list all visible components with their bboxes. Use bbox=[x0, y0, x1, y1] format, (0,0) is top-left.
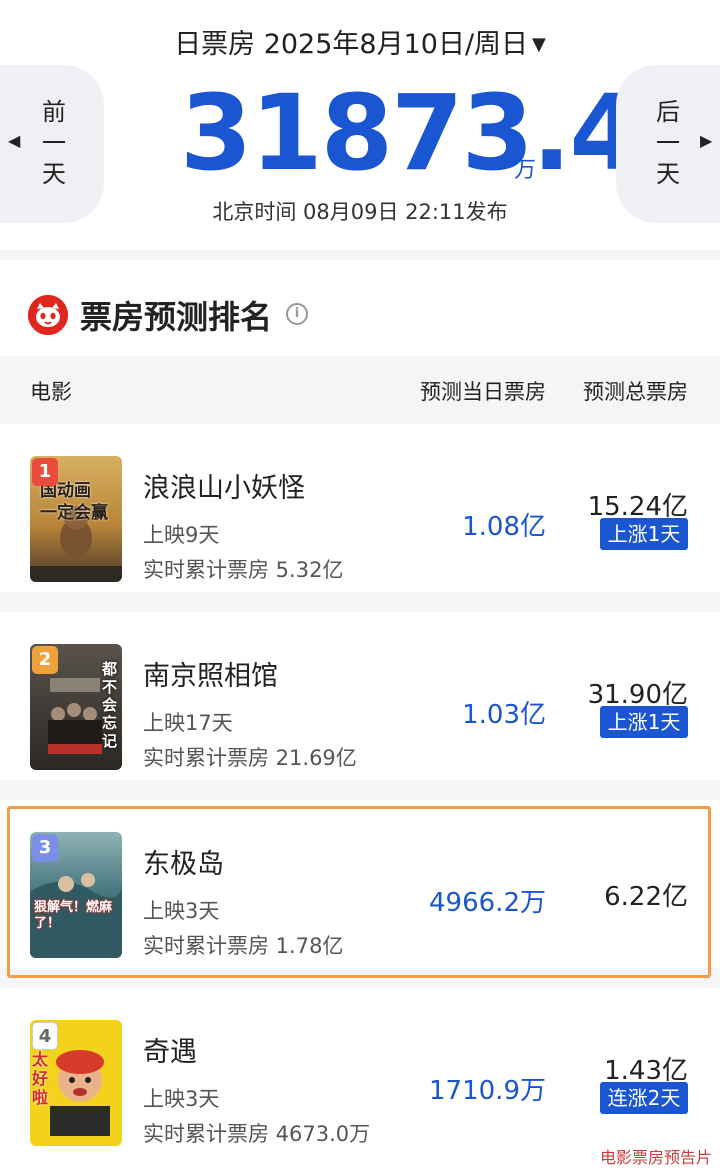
cumulative-box-office: 实时累计票房 4673.0万 bbox=[143, 1122, 371, 1146]
total-forecast: 6.22亿 bbox=[604, 882, 688, 912]
column-day-forecast[interactable]: 预测当日票房 bbox=[420, 376, 546, 406]
days-in-release: 上映3天 bbox=[143, 899, 220, 923]
days-in-release: 上映3天 bbox=[143, 1087, 220, 1111]
chevron-left-icon: ◀ bbox=[8, 131, 21, 150]
chevron-right-icon: ▶ bbox=[700, 131, 713, 150]
movie-row[interactable]: 3 狠解气！燃麻了！ 东极岛 上映3天 实时累计票房 1.78亿 4966.2万… bbox=[0, 800, 720, 968]
date-label: 日票房 2025年8月10日/周日 bbox=[174, 29, 529, 60]
publish-time: 北京时间 08月09日 22:11发布 bbox=[212, 200, 508, 224]
movie-poster: 1 国动画 一定会赢 bbox=[30, 456, 122, 582]
caret-down-icon: ▼ bbox=[532, 34, 546, 55]
section-title: 票房预测排名 bbox=[80, 298, 273, 336]
day-forecast: 4966.2万 bbox=[429, 888, 546, 918]
poster-caption: 狠解气！燃麻了！ bbox=[34, 900, 113, 931]
maoyan-cat-logo-icon bbox=[28, 295, 68, 335]
trend-badge: 上涨1天 bbox=[600, 706, 688, 738]
movie-poster: 4 太 好 啦 bbox=[30, 1020, 122, 1146]
cumulative-box-office: 实时累计票房 21.69亿 bbox=[143, 746, 357, 770]
movie-title: 南京照相馆 bbox=[143, 661, 278, 692]
poster-caption: 都 不 会 忘 记 bbox=[102, 660, 118, 750]
rank-badge: 3 bbox=[32, 834, 58, 862]
poster-caption: 太 好 啦 bbox=[32, 1050, 49, 1107]
info-icon[interactable]: i bbox=[286, 303, 308, 325]
day-forecast: 1.03亿 bbox=[462, 700, 546, 730]
cumulative-box-office: 实时累计票房 1.78亿 bbox=[143, 934, 344, 958]
trend-badge: 连涨2天 bbox=[600, 1082, 688, 1114]
movie-poster: 3 狠解气！燃麻了！ bbox=[30, 832, 122, 958]
movie-row[interactable]: 1 国动画 一定会赢 浪浪山小妖怪 上映9天 实时累计票房 5.32亿 1.08… bbox=[0, 424, 720, 592]
movie-title: 浪浪山小妖怪 bbox=[143, 473, 305, 504]
box-office-header: 日票房 2025年8月10日/周日 ▼ ◀ 前 一 天 31873.4 万 北京时… bbox=[0, 0, 720, 250]
daily-total-unit: 万 bbox=[514, 158, 537, 183]
poster-caption: 国动画 一定会赢 bbox=[40, 481, 108, 523]
movie-row[interactable]: 2 都 不 会 忘 记 南京照相馆 上映17天 实时累计票房 21.69亿 1.… bbox=[0, 612, 720, 780]
watermark: 电影票房预告片 bbox=[599, 1148, 712, 1167]
trend-badge: 上涨1天 bbox=[600, 518, 688, 550]
day-forecast: 1710.9万 bbox=[429, 1076, 546, 1106]
table-header: 电影 预测当日票房 预测总票房 bbox=[0, 356, 720, 422]
movie-title: 东极岛 bbox=[143, 849, 224, 880]
column-total-forecast[interactable]: 预测总票房 bbox=[583, 376, 688, 406]
column-movie: 电影 bbox=[30, 380, 72, 404]
rank-badge: 4 bbox=[32, 1022, 58, 1050]
movie-title: 奇遇 bbox=[143, 1037, 197, 1068]
days-in-release: 上映9天 bbox=[143, 523, 220, 547]
previous-day-label: 前 一 天 bbox=[42, 98, 66, 188]
daily-total-box-office: 31873.4 bbox=[180, 72, 642, 194]
rank-badge: 2 bbox=[32, 646, 58, 674]
rank-badge: 1 bbox=[32, 458, 58, 486]
movie-poster: 2 都 不 会 忘 记 bbox=[30, 644, 122, 770]
next-day-button[interactable]: 后 一 天 ▶ bbox=[616, 65, 720, 223]
day-forecast: 1.08亿 bbox=[462, 512, 546, 542]
days-in-release: 上映17天 bbox=[143, 711, 233, 735]
date-selector[interactable]: 日票房 2025年8月10日/周日 ▼ bbox=[0, 22, 720, 61]
next-day-label: 后 一 天 bbox=[656, 98, 680, 188]
forecast-ranking-section: 票房预测排名 i bbox=[0, 260, 720, 356]
cumulative-box-office: 实时累计票房 5.32亿 bbox=[143, 558, 344, 582]
